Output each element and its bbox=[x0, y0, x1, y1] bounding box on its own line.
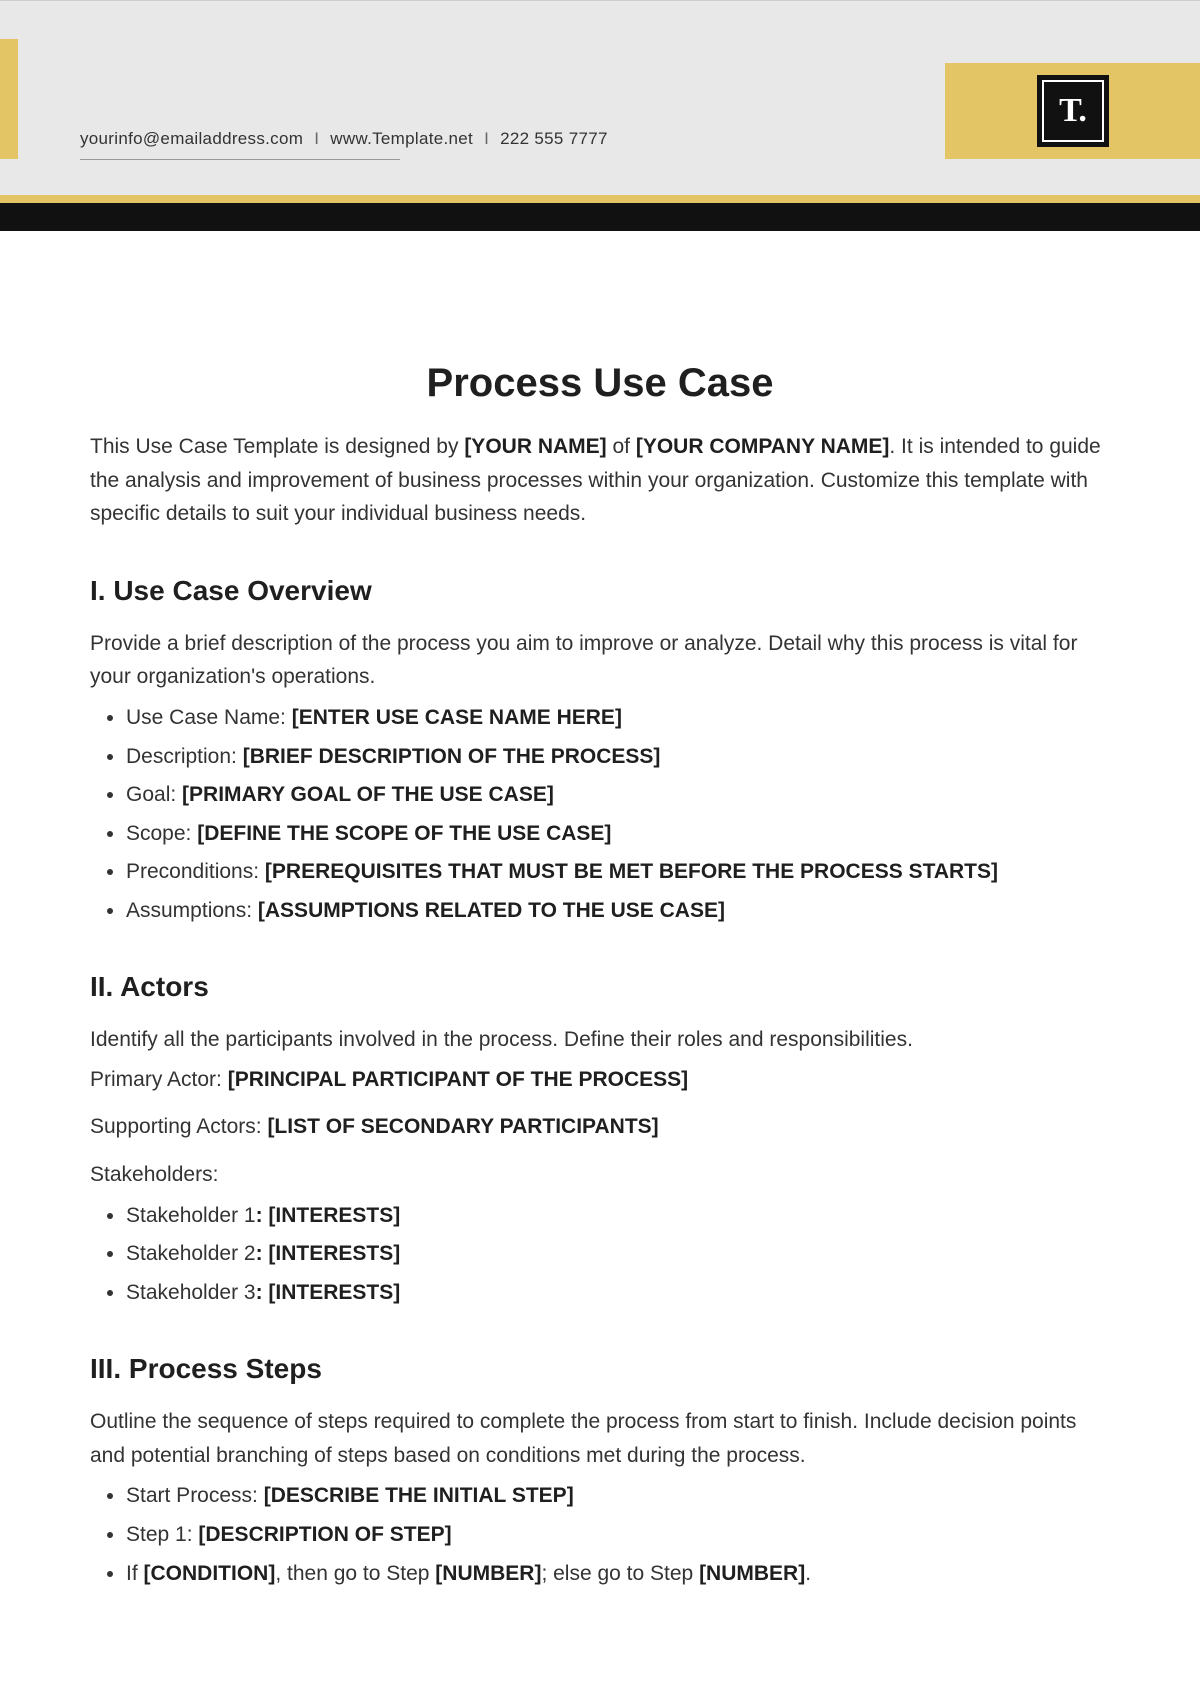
contact-phone: 222 555 7777 bbox=[500, 129, 608, 148]
separator: I bbox=[308, 129, 325, 148]
list-item: Use Case Name: [ENTER USE CASE NAME HERE… bbox=[126, 702, 1110, 735]
list-item: Stakeholder 1: [INTERESTS] bbox=[126, 1200, 1110, 1233]
section-heading-steps: III. Process Steps bbox=[90, 1353, 1110, 1385]
separator: I bbox=[478, 129, 495, 148]
list-item: Goal: [PRIMARY GOAL OF THE USE CASE] bbox=[126, 779, 1110, 812]
item-label: Assumptions: bbox=[126, 899, 258, 922]
list-item: Stakeholder 2: [INTERESTS] bbox=[126, 1238, 1110, 1271]
item-label: Step 1: bbox=[126, 1523, 198, 1546]
item-label: Supporting Actors: bbox=[90, 1115, 267, 1138]
placeholder: [DEFINE THE SCOPE OF THE USE CASE] bbox=[197, 822, 611, 845]
placeholder: [ENTER USE CASE NAME HERE] bbox=[292, 706, 622, 729]
placeholder: [CONDITION] bbox=[144, 1562, 276, 1585]
section-actors-desc: Identify all the participants involved i… bbox=[90, 1023, 1110, 1057]
list-item: Description: [BRIEF DESCRIPTION OF THE P… bbox=[126, 741, 1110, 774]
intro-text: This Use Case Template is designed by bbox=[90, 435, 464, 458]
document-body: Process Use Case This Use Case Template … bbox=[0, 231, 1200, 1638]
accent-tab-left bbox=[0, 39, 18, 159]
placeholder: [DESCRIPTION OF STEP] bbox=[198, 1523, 451, 1546]
stripe-black bbox=[0, 203, 1200, 231]
item-label: Use Case Name: bbox=[126, 706, 292, 729]
placeholder: [INTERESTS] bbox=[268, 1204, 400, 1227]
placeholder: [DESCRIBE THE INITIAL STEP] bbox=[264, 1484, 574, 1507]
stripe-gold bbox=[0, 195, 1200, 203]
stakeholders-list: Stakeholder 1: [INTERESTS] Stakeholder 2… bbox=[90, 1200, 1110, 1310]
list-item: Start Process: [DESCRIBE THE INITIAL STE… bbox=[126, 1480, 1110, 1513]
placeholder: [PRINCIPAL PARTICIPANT OF THE PROCESS] bbox=[228, 1068, 688, 1091]
steps-list: Start Process: [DESCRIBE THE INITIAL STE… bbox=[90, 1480, 1110, 1590]
overview-list: Use Case Name: [ENTER USE CASE NAME HERE… bbox=[90, 702, 1110, 927]
placeholder: [INTERESTS] bbox=[268, 1281, 400, 1304]
section-heading-actors: II. Actors bbox=[90, 971, 1110, 1003]
list-item: Preconditions: [PREREQUISITES THAT MUST … bbox=[126, 856, 1110, 889]
contact-website: www.Template.net bbox=[330, 129, 473, 148]
placeholder: [PRIMARY GOAL OF THE USE CASE] bbox=[182, 783, 554, 806]
contact-email: yourinfo@emailaddress.com bbox=[80, 129, 303, 148]
placeholder: [PREREQUISITES THAT MUST BE MET BEFORE T… bbox=[265, 860, 998, 883]
letterhead: yourinfo@emailaddress.com I www.Template… bbox=[0, 0, 1200, 195]
section-overview-desc: Provide a brief description of the proce… bbox=[90, 627, 1110, 694]
page-title: Process Use Case bbox=[90, 361, 1110, 406]
placeholder: [LIST OF SECONDARY PARTICIPANTS] bbox=[267, 1115, 658, 1138]
intro-text: of bbox=[607, 435, 636, 458]
placeholder-company-name: [YOUR COMPANY NAME] bbox=[636, 435, 890, 458]
logo-text: T. bbox=[1059, 92, 1086, 130]
logo-icon: T. bbox=[1037, 75, 1109, 147]
item-label: Description: bbox=[126, 745, 243, 768]
item-label: Primary Actor: bbox=[90, 1068, 228, 1091]
placeholder: [INTERESTS] bbox=[268, 1242, 400, 1265]
contact-line: yourinfo@emailaddress.com I www.Template… bbox=[80, 129, 608, 149]
cond-text: ; else go to Step bbox=[541, 1562, 699, 1585]
supporting-actors-line: Supporting Actors: [LIST OF SECONDARY PA… bbox=[90, 1110, 1110, 1144]
stakeholders-label: Stakeholders: bbox=[90, 1158, 1110, 1192]
cond-text: If bbox=[126, 1562, 144, 1585]
list-item: Assumptions: [ASSUMPTIONS RELATED TO THE… bbox=[126, 895, 1110, 928]
list-item: Scope: [DEFINE THE SCOPE OF THE USE CASE… bbox=[126, 818, 1110, 851]
colon: : bbox=[256, 1204, 269, 1227]
item-label: Goal: bbox=[126, 783, 182, 806]
colon: : bbox=[256, 1281, 269, 1304]
item-label: Stakeholder 1 bbox=[126, 1204, 256, 1227]
logo-box: T. bbox=[945, 63, 1200, 159]
list-item: If [CONDITION], then go to Step [NUMBER]… bbox=[126, 1558, 1110, 1591]
item-label: Scope: bbox=[126, 822, 197, 845]
item-label: Stakeholder 2 bbox=[126, 1242, 256, 1265]
primary-actor-line: Primary Actor: [PRINCIPAL PARTICIPANT OF… bbox=[90, 1063, 1110, 1097]
item-label: Preconditions: bbox=[126, 860, 265, 883]
placeholder: [NUMBER] bbox=[699, 1562, 805, 1585]
list-item: Stakeholder 3: [INTERESTS] bbox=[126, 1277, 1110, 1310]
list-item: Step 1: [DESCRIPTION OF STEP] bbox=[126, 1519, 1110, 1552]
section-heading-overview: I. Use Case Overview bbox=[90, 575, 1110, 607]
contact-underline bbox=[80, 159, 400, 160]
cond-text: . bbox=[805, 1562, 811, 1585]
cond-text: , then go to Step bbox=[275, 1562, 435, 1585]
placeholder-your-name: [YOUR NAME] bbox=[464, 435, 606, 458]
placeholder: [ASSUMPTIONS RELATED TO THE USE CASE] bbox=[258, 899, 725, 922]
section-steps-desc: Outline the sequence of steps required t… bbox=[90, 1405, 1110, 1472]
item-label: Start Process: bbox=[126, 1484, 264, 1507]
item-label: Stakeholder 3 bbox=[126, 1281, 256, 1304]
colon: : bbox=[256, 1242, 269, 1265]
intro-paragraph: This Use Case Template is designed by [Y… bbox=[90, 430, 1110, 531]
placeholder: [BRIEF DESCRIPTION OF THE PROCESS] bbox=[243, 745, 661, 768]
placeholder: [NUMBER] bbox=[435, 1562, 541, 1585]
